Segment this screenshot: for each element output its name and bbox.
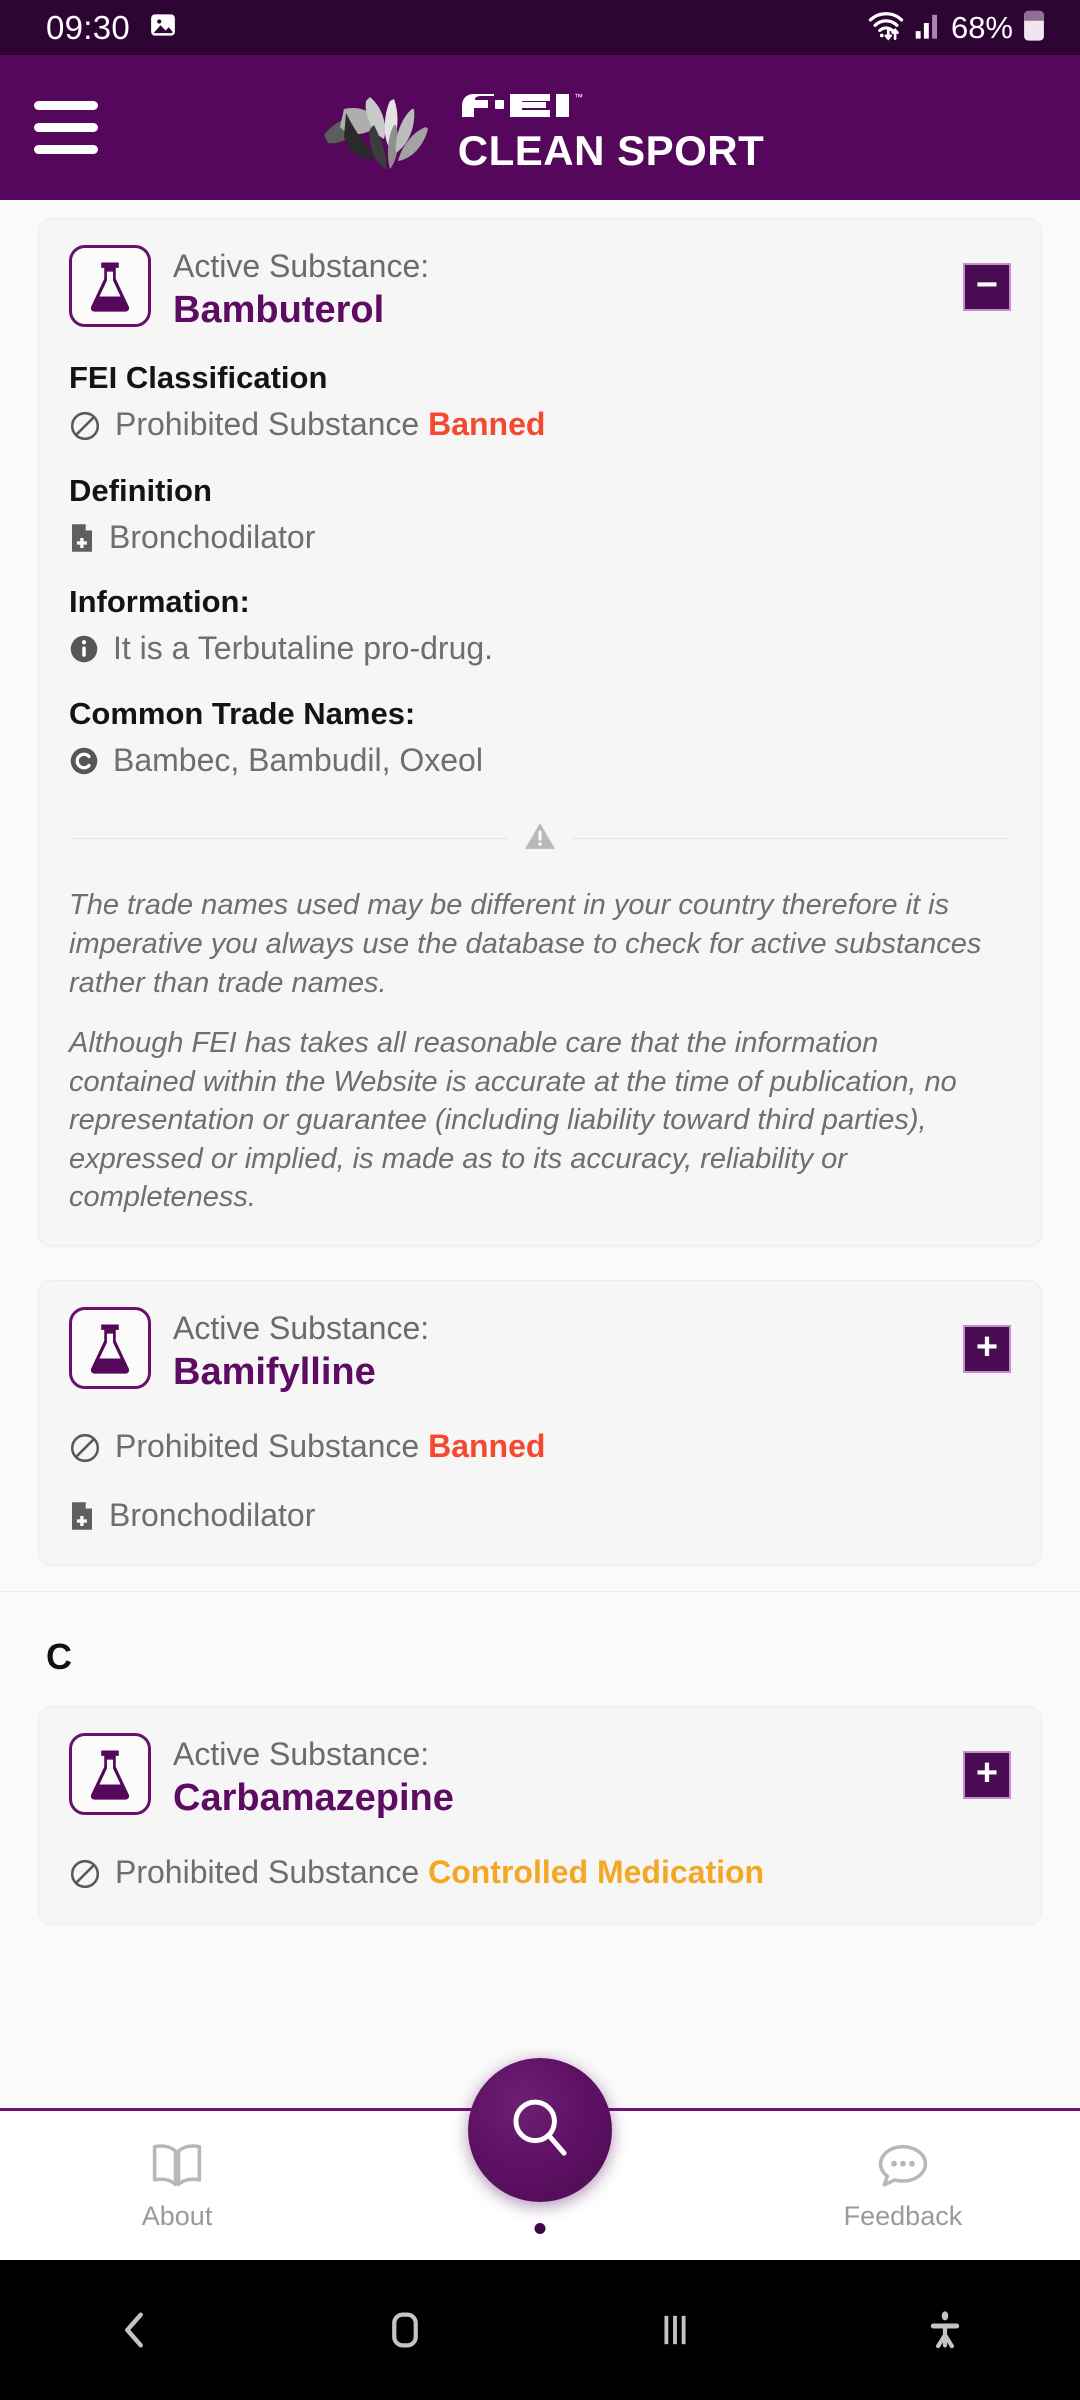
- classification-row: Prohibited Substance Banned: [69, 404, 1011, 447]
- alphabet-section-header: C: [46, 1636, 72, 1678]
- battery-percent-label: 68%: [950, 9, 1013, 45]
- substance-list-scroll[interactable]: Active Substance: Bambuterol − FEI Class…: [0, 200, 1080, 2110]
- flask-icon: [69, 245, 151, 327]
- chat-bubble-icon: [875, 2140, 931, 2195]
- status-bar-right: 68%: [867, 8, 1046, 47]
- substance-name: Bamifylline: [173, 1350, 376, 1393]
- brand-block: ™ CLEAN SPORT: [0, 55, 1080, 200]
- menu-bar-3: [34, 145, 98, 154]
- app-header: ™ CLEAN SPORT: [0, 55, 1080, 200]
- classification-text: Prohibited Substance Controlled Medicati…: [115, 1852, 764, 1894]
- prohibited-icon: [69, 1426, 101, 1469]
- recents-icon[interactable]: [540, 2307, 810, 2353]
- collapse-button[interactable]: −: [963, 263, 1011, 311]
- accessibility-icon[interactable]: [810, 2307, 1080, 2353]
- trade-names-text: Bambec, Bambudil, Oxeol: [113, 741, 483, 778]
- flask-icon: [69, 1733, 151, 1816]
- card-header: Active Substance: Carbamazepine: [69, 1733, 1011, 1822]
- back-chevron-icon[interactable]: [0, 2307, 270, 2353]
- prohibited-icon: [69, 1852, 101, 1895]
- status-clock: 09:30: [46, 8, 131, 46]
- prohibited-substance-label: Prohibited Substance: [115, 405, 420, 442]
- status-badge: Banned: [428, 405, 546, 442]
- trade-names-heading: Common Trade Names:: [69, 695, 416, 731]
- expand-button[interactable]: +: [963, 1324, 1011, 1373]
- svg-text:™: ™: [574, 92, 583, 102]
- document-plus-icon: [69, 517, 95, 558]
- brand-clean-sport-text: CLEAN SPORT: [457, 126, 765, 174]
- warning-divider: [71, 821, 1009, 856]
- expand-button[interactable]: +: [963, 1751, 1011, 1800]
- active-substance-label: Active Substance:: [173, 1309, 430, 1346]
- status-bar-left: 09:30: [46, 9, 178, 47]
- battery-icon: [1022, 8, 1046, 47]
- search-fab-button[interactable]: [468, 2058, 612, 2202]
- book-icon: [149, 2140, 205, 2195]
- information-text: It is a Terbutaline pro-drug.: [113, 630, 494, 667]
- disclaimer-accuracy: Although FEI has takes all reasonable ca…: [69, 1027, 957, 1214]
- classification-text: Prohibited Substance Banned: [115, 404, 545, 446]
- nav-item-feedback[interactable]: Feedback: [726, 2140, 1080, 2232]
- definition-row: Bronchodilator: [69, 517, 1011, 559]
- substance-name: Carbamazepine: [173, 1777, 454, 1820]
- image-icon: [148, 10, 178, 45]
- info-icon: [69, 628, 99, 669]
- definition-heading: Definition: [69, 472, 212, 508]
- active-substance-label: Active Substance:: [173, 248, 430, 284]
- card-header: Active Substance: Bamifylline: [69, 1306, 1011, 1396]
- cellular-signal-icon: [914, 10, 942, 45]
- home-icon[interactable]: [270, 2307, 540, 2353]
- card-title-block: Active Substance: Bambuterol: [173, 245, 1011, 334]
- hamburger-menu-icon[interactable]: [34, 101, 98, 154]
- prohibited-substance-label: Prohibited Substance: [115, 1427, 420, 1464]
- definition-row: Bronchodilator: [69, 1495, 1011, 1537]
- copyright-c-icon: [69, 740, 99, 781]
- divider-line-right: [573, 838, 1009, 840]
- disclaimer-trade-names: The trade names used may be different in…: [69, 889, 982, 999]
- active-substance-label: Active Substance:: [173, 1736, 430, 1773]
- menu-bar-1: [34, 101, 98, 110]
- substance-card[interactable]: Active Substance: Bambuterol − FEI Class…: [38, 218, 1042, 1246]
- android-system-navigation: [0, 2260, 1080, 2400]
- divider-line-left: [71, 838, 507, 840]
- definition-text: Bronchodilator: [109, 518, 316, 555]
- page-indicator-dot: [534, 2223, 546, 2234]
- classification-text: Prohibited Substance Banned: [115, 1426, 545, 1468]
- nav-label-feedback: Feedback: [843, 2200, 963, 2231]
- prohibited-substance-label: Prohibited Substance: [115, 1853, 420, 1890]
- substance-card[interactable]: Active Substance: Bamifylline + Prohibit…: [38, 1279, 1042, 1566]
- status-bar: 09:30 68%: [0, 0, 1080, 55]
- nav-item-about[interactable]: About: [0, 2140, 354, 2232]
- information-heading: Information:: [69, 584, 250, 620]
- fei-lotus-logo-icon: [316, 79, 444, 183]
- status-badge: Banned: [428, 1427, 546, 1464]
- status-badge: Controlled Medication: [428, 1853, 765, 1890]
- document-plus-icon: [69, 1495, 95, 1536]
- menu-bar-2: [34, 123, 98, 132]
- brand-wordmark: ™ CLEAN SPORT: [458, 84, 765, 172]
- substance-name: Bambuterol: [173, 289, 385, 332]
- flask-icon: [69, 1306, 151, 1389]
- wifi-icon: [867, 8, 905, 47]
- prohibited-icon: [69, 404, 101, 447]
- brand-fei-text: ™: [458, 84, 765, 124]
- card-title-block: Active Substance: Carbamazepine: [173, 1733, 1011, 1822]
- information-row: It is a Terbutaline pro-drug.: [69, 628, 1011, 670]
- classification-row: Prohibited Substance Banned: [69, 1426, 1011, 1469]
- trade-names-row: Bambec, Bambudil, Oxeol: [69, 740, 1011, 782]
- card-title-block: Active Substance: Bamifylline: [173, 1307, 1011, 1396]
- fei-classification-heading: FEI Classification: [69, 359, 328, 395]
- classification-row: Prohibited Substance Controlled Medicati…: [69, 1852, 1011, 1895]
- search-icon: [503, 2091, 577, 2170]
- nav-label-about: About: [141, 2200, 213, 2231]
- card-header: Active Substance: Bambuterol: [69, 245, 1011, 334]
- substance-card[interactable]: Active Substance: Carbamazepine + Prohib…: [38, 1706, 1042, 1924]
- definition-text: Bronchodilator: [109, 1496, 316, 1533]
- warning-triangle-icon: [523, 821, 557, 856]
